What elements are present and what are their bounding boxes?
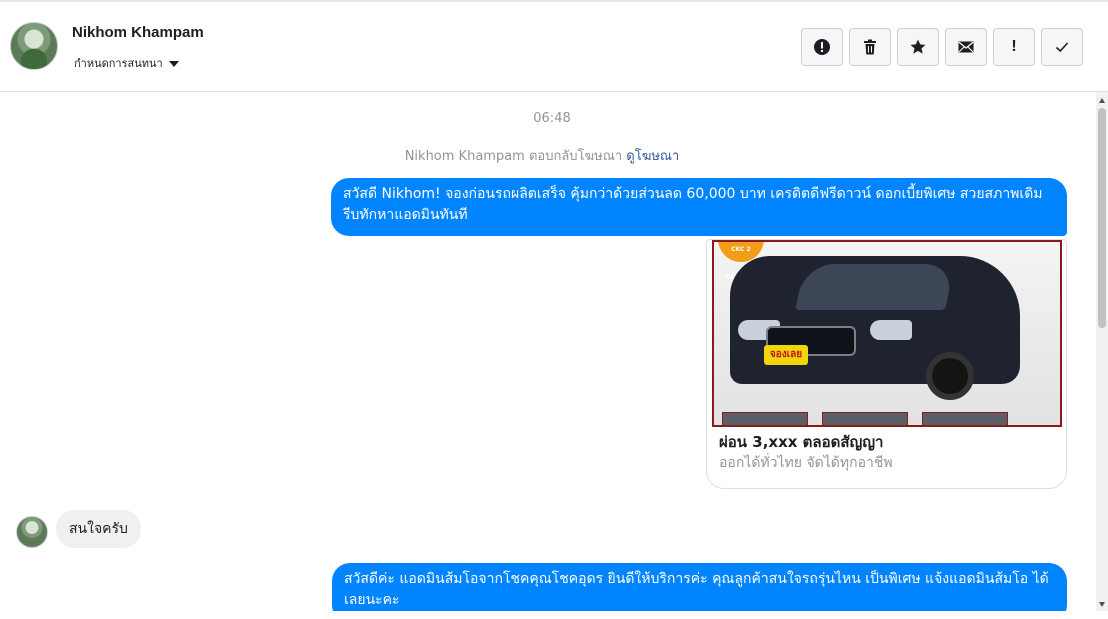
ad-image[interactable]: CKC 2 CAR.COM จองเลย (712, 240, 1062, 427)
outgoing-message[interactable]: สวัสดีค่ะ แอดมินส้มโอจากโชคคุณโชคอุดร ยิ… (332, 563, 1067, 611)
star-icon (910, 39, 926, 54)
scroll-up-arrow-icon[interactable] (1099, 98, 1105, 103)
exclamation-icon: ! (1011, 38, 1017, 55)
follow-up-button[interactable]: ! (993, 28, 1035, 66)
contact-name[interactable]: Nikhom Khampam (72, 24, 204, 41)
conversation-settings-label: กำหนดการสนทนา (74, 57, 163, 70)
ad-reply-text: Nikhom Khampam ตอบกลับโฆษณา (404, 149, 623, 164)
report-spam-button[interactable] (801, 28, 843, 66)
outgoing-message[interactable]: สวัสดี Nikhom! จองก่อนรถผลิตเสร็จ คุ้มกว… (331, 178, 1067, 236)
incoming-message[interactable]: สนใจครับ (56, 510, 141, 548)
book-now-sticker: จองเลย (764, 345, 808, 365)
mark-unread-button[interactable] (945, 28, 987, 66)
scrollbar-thumb[interactable] (1098, 108, 1106, 328)
message-timestamp: 06:48 (533, 111, 571, 126)
star-button[interactable] (897, 28, 939, 66)
alert-circle-icon (814, 39, 830, 55)
envelope-icon (958, 41, 974, 53)
header-actions: ! (801, 28, 1083, 66)
caret-down-icon (168, 60, 179, 67)
conversation-settings-dropdown[interactable]: กำหนดการสนทนา (74, 54, 179, 72)
ad-reply-notice: Nikhom Khampam ตอบกลับโฆษณา ดูโฆษณา (0, 145, 1084, 166)
message-thread: 06:48 Nikhom Khampam ตอบกลับโฆษณา ดูโฆษณ… (0, 92, 1096, 611)
view-ad-link[interactable]: ดูโฆษณา (626, 149, 679, 164)
checkmark-icon (1055, 42, 1069, 53)
conversation-header: Nikhom Khampam กำหนดการสนทนา ! (0, 2, 1108, 92)
contact-avatar-small[interactable] (16, 516, 48, 548)
ad-card[interactable]: CKC 2 CAR.COM จองเลย ผ่อน 3,xxx ตลอดสัญญ… (706, 239, 1067, 489)
image-thumbnails (722, 412, 1008, 425)
scroll-down-arrow-icon[interactable] (1099, 602, 1105, 607)
mark-done-button[interactable] (1041, 28, 1083, 66)
contact-avatar[interactable] (10, 22, 58, 70)
delete-button[interactable] (849, 28, 891, 66)
scrollbar[interactable] (1096, 92, 1108, 611)
trash-icon (864, 39, 876, 55)
ad-subtitle: ออกได้ทั่วไทย จัดได้ทุกอาชีพ (719, 455, 893, 471)
ad-title: ผ่อน 3,xxx ตลอดสัญญา (719, 433, 884, 451)
